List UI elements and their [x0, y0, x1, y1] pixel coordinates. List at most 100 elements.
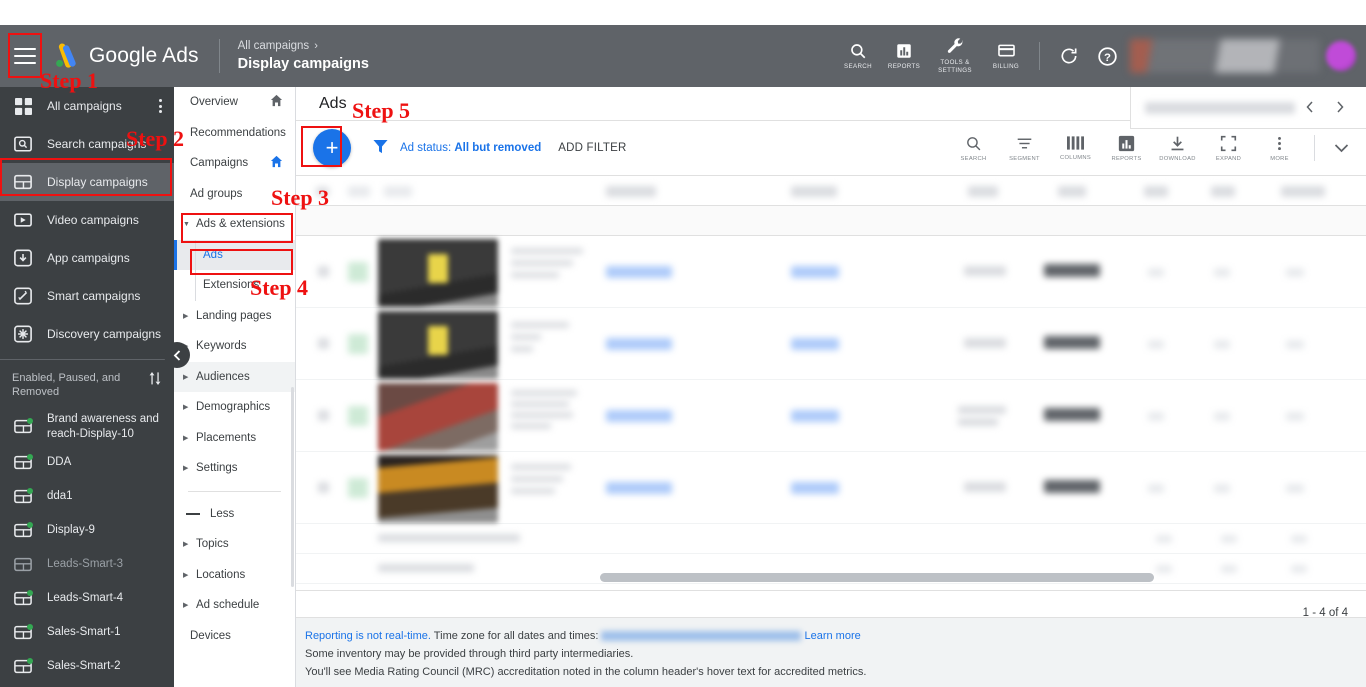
- new-ad-button[interactable]: +: [313, 129, 351, 167]
- table-more-button[interactable]: MORE: [1254, 135, 1305, 162]
- more-vertical-icon[interactable]: [159, 99, 162, 113]
- refresh-button[interactable]: [1050, 46, 1088, 66]
- ad-thumbnail[interactable]: [378, 383, 498, 451]
- table-row[interactable]: [296, 452, 1366, 524]
- row-checkbox-redacted[interactable]: [318, 410, 329, 421]
- campaign-status-filter[interactable]: Enabled, Paused, and Removed: [0, 360, 174, 408]
- help-button[interactable]: ?: [1088, 46, 1126, 67]
- subnav-item-ad-groups[interactable]: Ad groups: [174, 179, 295, 210]
- subnav-scrollbar[interactable]: [291, 387, 294, 587]
- subnav-item-ad-schedule[interactable]: ▶ Ad schedule: [174, 590, 295, 621]
- brand-logo[interactable]: Google Ads: [52, 43, 199, 69]
- row-checkbox-redacted[interactable]: [318, 266, 329, 277]
- column-header-redacted[interactable]: [791, 186, 837, 197]
- breadcrumb-parent[interactable]: All campaigns: [238, 39, 310, 53]
- list-item[interactable]: Brand awareness and reach-Display-10: [0, 408, 174, 446]
- ad-thumbnail[interactable]: [378, 239, 498, 307]
- column-header-redacted[interactable]: [384, 186, 412, 197]
- table-search-button[interactable]: SEARCH: [948, 135, 999, 162]
- column-header-redacted[interactable]: [348, 186, 370, 197]
- ad-status-filter-chip[interactable]: Ad status: All but removed: [400, 142, 541, 154]
- row-checkbox-redacted[interactable]: [318, 338, 329, 349]
- list-item[interactable]: dda1: [0, 479, 174, 513]
- table-row[interactable]: [296, 380, 1366, 452]
- date-prev-button[interactable]: [1295, 100, 1325, 116]
- subnav-item-settings[interactable]: ▶ Settings: [174, 453, 295, 484]
- table-row[interactable]: [296, 308, 1366, 380]
- cell-redacted[interactable]: [606, 338, 672, 350]
- list-item[interactable]: Sales-Smart-2: [0, 649, 174, 683]
- table-expand-button[interactable]: EXPAND: [1203, 135, 1254, 162]
- subnav-item-extensions[interactable]: Extensions: [174, 270, 295, 301]
- reporting-not-realtime-link[interactable]: Reporting is not real-time.: [305, 630, 431, 642]
- header-search-button[interactable]: SEARCH: [835, 42, 881, 71]
- subnav-less-toggle[interactable]: Less: [174, 499, 295, 530]
- subnav-item-devices[interactable]: Devices: [174, 621, 295, 652]
- funnel-icon[interactable]: [373, 139, 388, 157]
- subnav-item-ads-and-extensions[interactable]: ▼ Ads & extensions: [174, 209, 295, 240]
- hamburger-icon[interactable]: [14, 48, 36, 64]
- table-horizontal-scrollbar[interactable]: [600, 573, 1154, 582]
- list-item[interactable]: Display-9: [0, 513, 174, 547]
- sort-arrows-icon[interactable]: [148, 371, 162, 391]
- table-columns-button[interactable]: COLUMNS: [1050, 135, 1101, 161]
- list-item[interactable]: Leads-Smart-3: [0, 547, 174, 581]
- breadcrumb[interactable]: All campaigns › Display campaigns: [238, 39, 369, 73]
- list-item[interactable]: DDA: [0, 445, 174, 479]
- column-header-redacted[interactable]: [968, 186, 998, 197]
- table-download-button[interactable]: DOWNLOAD: [1152, 135, 1203, 162]
- subnav-item-landing-pages[interactable]: ▶ Landing pages: [174, 301, 295, 332]
- cell-redacted[interactable]: [606, 266, 672, 278]
- cell-redacted[interactable]: [791, 410, 839, 422]
- sidebar-item-app-campaigns[interactable]: App campaigns: [0, 239, 174, 277]
- list-item[interactable]: Leads-Smart-4: [0, 581, 174, 615]
- ad-thumbnail[interactable]: [378, 455, 498, 523]
- header-tools-settings-button[interactable]: TOOLS & SETTINGS: [927, 37, 983, 75]
- column-header-redacted[interactable]: [1144, 186, 1168, 197]
- table-reports-button[interactable]: REPORTS: [1101, 135, 1152, 162]
- date-range-selector[interactable]: [1130, 87, 1366, 129]
- cell-redacted[interactable]: [606, 482, 672, 494]
- sidebar-item-search-campaigns[interactable]: Search campaigns: [0, 125, 174, 163]
- date-next-button[interactable]: [1325, 100, 1355, 116]
- column-header-redacted[interactable]: [1058, 186, 1086, 197]
- learn-more-link[interactable]: Learn more: [804, 630, 860, 642]
- row-checkbox-redacted[interactable]: [318, 482, 329, 493]
- cell-redacted[interactable]: [606, 410, 672, 422]
- subnav-item-keywords[interactable]: ▶ Keywords: [174, 331, 295, 362]
- ad-thumbnail[interactable]: [378, 311, 498, 379]
- add-filter-button[interactable]: ADD FILTER: [558, 142, 626, 154]
- collapse-toolbar-button[interactable]: [1324, 143, 1358, 153]
- cell-redacted[interactable]: [791, 266, 839, 278]
- column-header-redacted[interactable]: [606, 186, 656, 197]
- sidebar-item-all-campaigns[interactable]: All campaigns: [0, 87, 174, 125]
- subnav-item-demographics[interactable]: ▶ Demographics: [174, 392, 295, 423]
- avatar[interactable]: [1326, 41, 1356, 71]
- subnav-item-recommendations[interactable]: Recommendations: [174, 118, 295, 149]
- account-info-redacted[interactable]: [1130, 39, 1320, 73]
- subnav-item-campaigns[interactable]: Campaigns: [174, 148, 295, 179]
- sidebar-item-display-campaigns[interactable]: Display campaigns: [0, 163, 174, 201]
- sidebar-item-video-campaigns[interactable]: Video campaigns: [0, 201, 174, 239]
- subnav-item-placements[interactable]: ▶ Placements: [174, 423, 295, 454]
- sidebar-collapse-button[interactable]: [164, 342, 190, 368]
- column-header-redacted[interactable]: [1211, 186, 1235, 197]
- column-header-redacted[interactable]: [1281, 186, 1325, 197]
- subnav-item-audiences[interactable]: ▶ Audiences: [174, 361, 295, 392]
- cell-redacted[interactable]: [791, 482, 839, 494]
- checkbox-header-redacted[interactable]: [316, 187, 329, 196]
- table-segment-button[interactable]: SEGMENT: [999, 135, 1050, 162]
- cell-redacted: [1044, 480, 1100, 493]
- subnav-item-overview[interactable]: Overview: [174, 87, 295, 118]
- subnav-item-ads[interactable]: Ads: [174, 239, 295, 270]
- list-item[interactable]: Sales-Smart-1: [0, 615, 174, 649]
- table-row[interactable]: [296, 236, 1366, 308]
- sidebar-item-discovery-campaigns[interactable]: Discovery campaigns: [0, 315, 174, 353]
- subnav-item-locations[interactable]: ▶ Locations: [174, 560, 295, 591]
- header-billing-button[interactable]: BILLING: [983, 41, 1029, 71]
- subnav-item-topics[interactable]: ▶ Topics: [174, 529, 295, 560]
- header-reports-button[interactable]: REPORTS: [881, 42, 927, 71]
- cell-redacted[interactable]: [791, 338, 839, 350]
- date-range-value-redacted[interactable]: [1145, 101, 1295, 114]
- sidebar-item-smart-campaigns[interactable]: Smart campaigns: [0, 277, 174, 315]
